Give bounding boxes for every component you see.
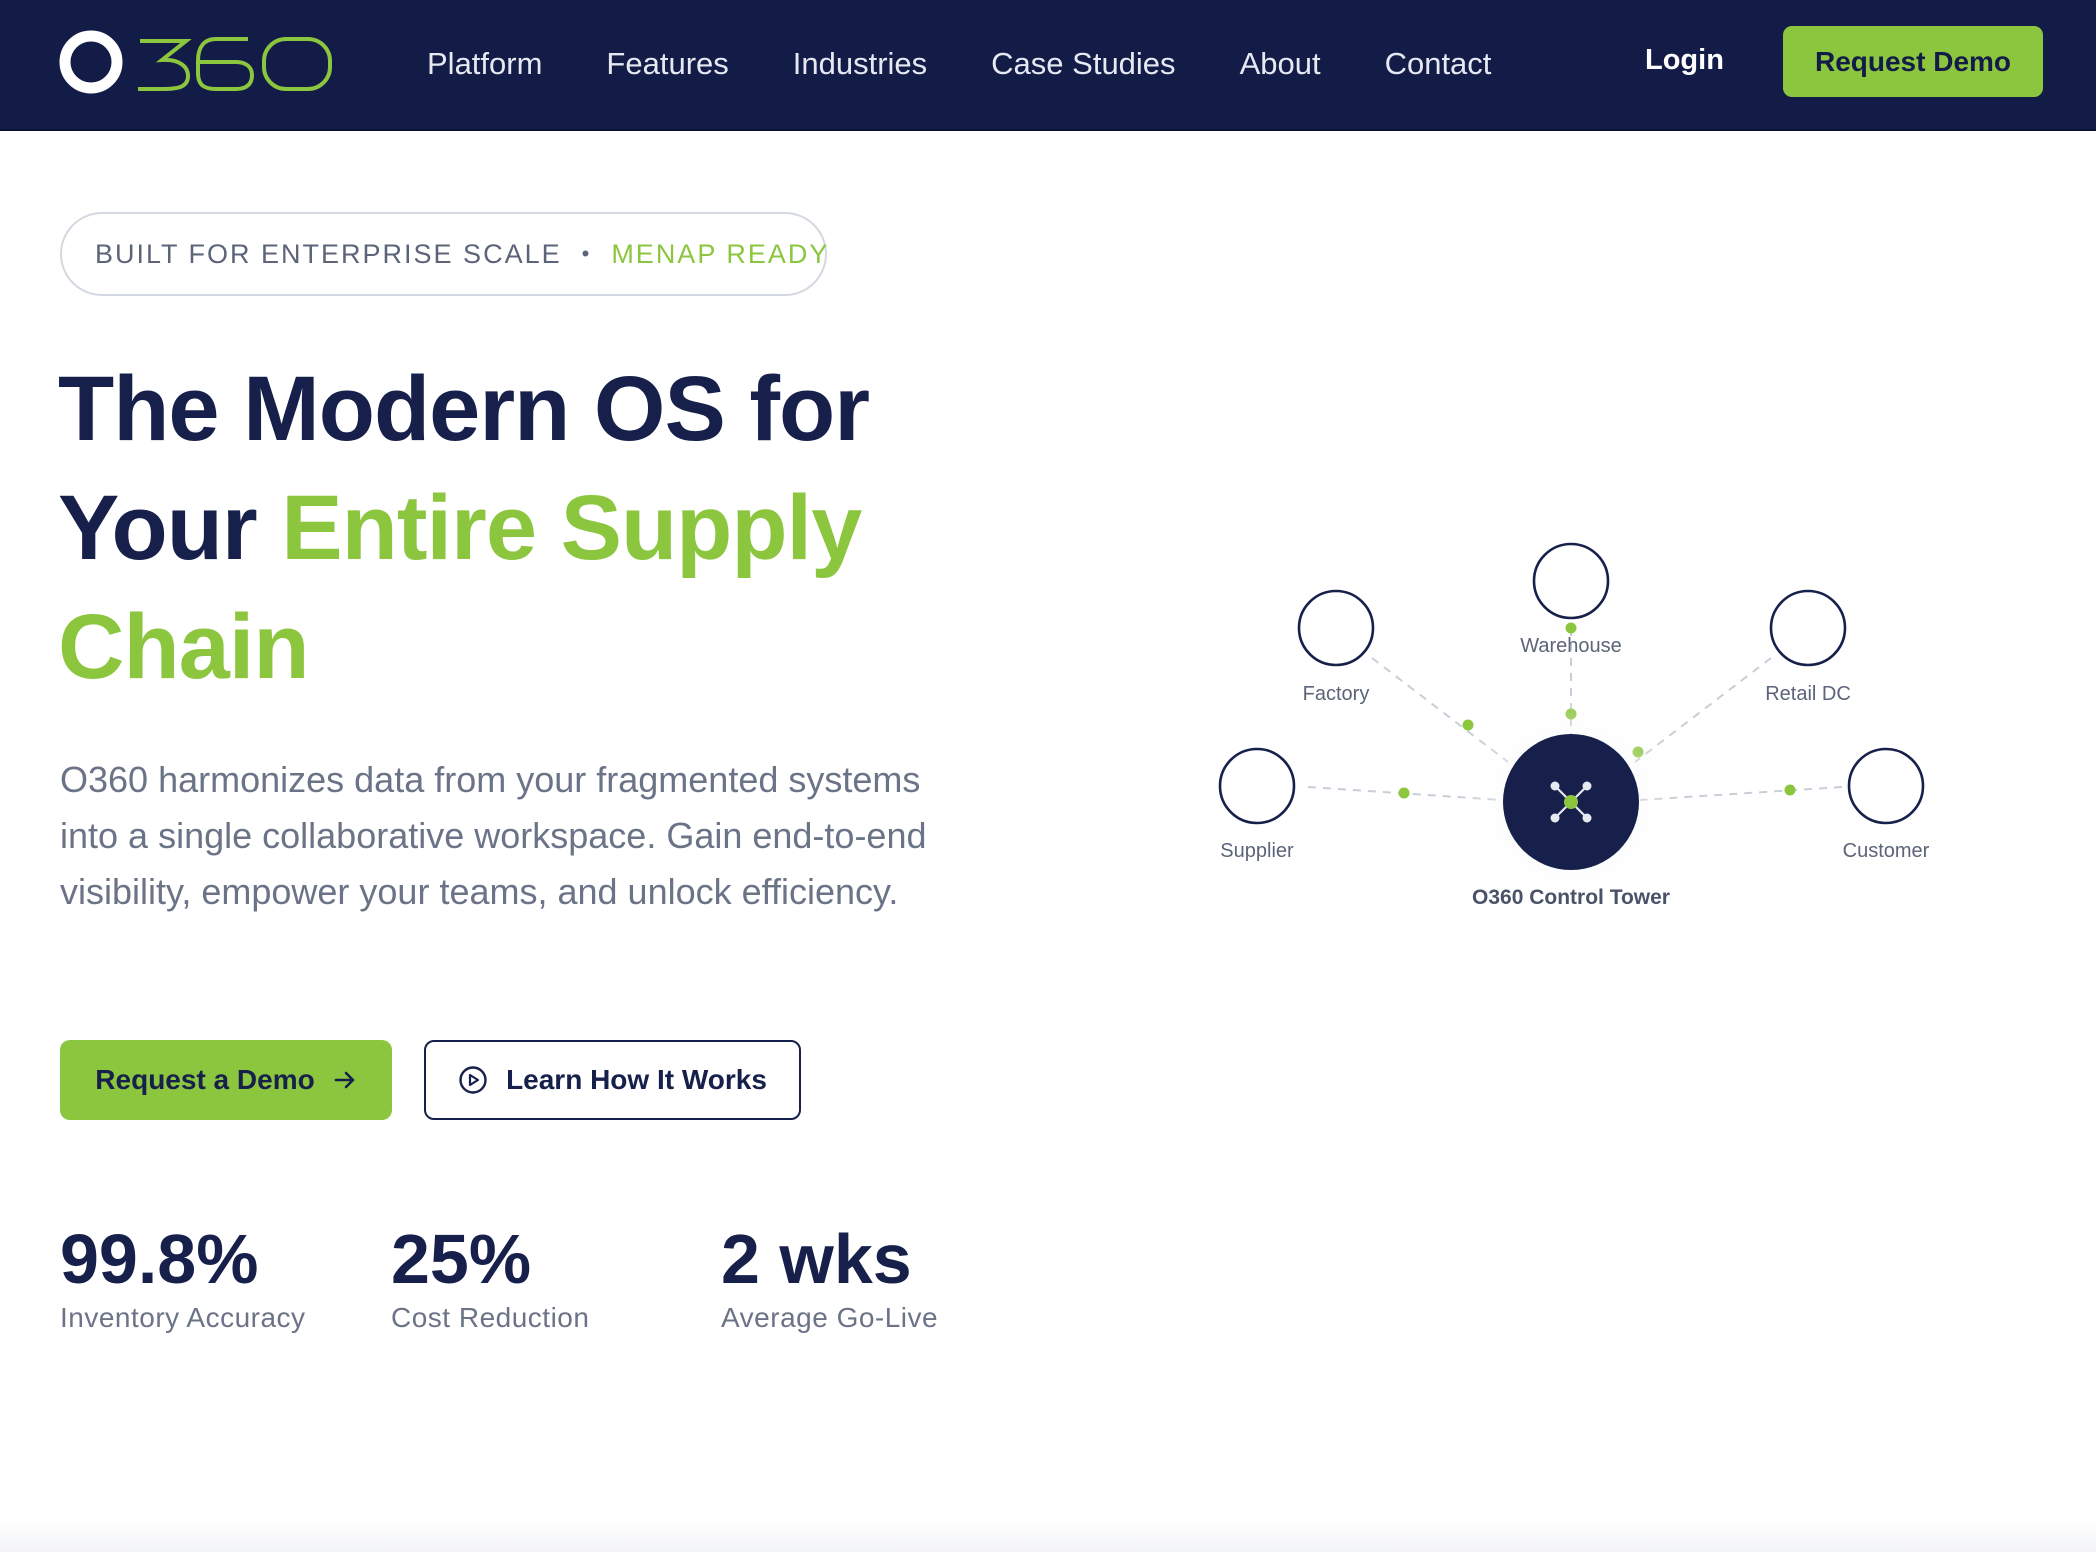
stat-label: Average Go-Live [721,1302,939,1333]
node-retail-dc[interactable]: Retail DC [1765,589,1851,705]
node-supplier[interactable]: Supplier [1218,747,1296,862]
stat-label: Inventory Accuracy [60,1302,306,1333]
nav-item-features[interactable]: Features [606,46,728,82]
flow-dot [1398,787,1410,799]
headline-line-3-accent: Chain [58,596,310,698]
node-warehouse-label: Warehouse [1520,635,1622,657]
nav-item-case-studies[interactable]: Case Studies [991,46,1175,82]
nav-item-industries[interactable]: Industries [793,46,927,82]
node-customer-label: Customer [1843,840,1930,862]
headline-line-1: The Modern OS for [58,358,870,460]
learn-how-it-works-button[interactable]: Learn How It Works [424,1040,801,1120]
stat-inventory-accuracy: 99.8% Inventory Accuracy [60,1218,306,1334]
flow-dot [1462,719,1474,731]
login-link[interactable]: Login [1645,44,1724,77]
stat-value: 99.8% [60,1220,259,1298]
badge-separator: • [581,241,592,266]
stat-label: Cost Reduction [391,1302,590,1333]
play-circle-icon [458,1065,488,1095]
node-control-tower[interactable]: O360 Control Tower [1461,692,1681,912]
headline-line-2-accent: Entire Supply [281,477,862,579]
node-warehouse[interactable]: Warehouse [1520,542,1622,657]
badge-enterprise-text: BUILT FOR ENTERPRISE SCALE [95,238,562,269]
hero-headline: The Modern OS for Your Entire Supply Cha… [58,350,978,707]
stat-value: 25% [391,1220,532,1298]
hero-subtext: O360 harmonizes data from your fragmente… [60,759,927,912]
node-factory[interactable]: Factory [1297,589,1375,705]
stat-value: 2 wks [721,1220,912,1298]
flow-dot [1565,622,1577,634]
learn-how-it-works-label: Learn How It Works [506,1064,767,1095]
node-factory-label: Factory [1303,683,1370,705]
primary-nav: Platform Features Industries Case Studie… [427,0,1555,127]
badge-menap-text: MENAP READY [611,238,830,269]
control-tower-label: O360 Control Tower [1472,886,1670,909]
section-divider-fade [0,1520,2096,1552]
nav-item-platform[interactable]: Platform [427,46,542,82]
nav-item-contact[interactable]: Contact [1385,46,1492,82]
node-retail-label: Retail DC [1765,683,1851,705]
node-customer[interactable]: Customer [1843,747,1930,862]
o360-logo[interactable] [58,27,348,97]
stat-cost-reduction: 25% Cost Reduction [391,1218,589,1334]
request-demo-button[interactable]: Request Demo [1783,26,2043,97]
stat-average-go-live: 2 wks Average Go-Live [721,1218,938,1334]
request-a-demo-button[interactable]: Request a Demo [60,1040,392,1120]
arrow-right-icon [333,1068,357,1092]
nav-item-about[interactable]: About [1240,46,1321,82]
request-a-demo-label: Request a Demo [95,1064,315,1095]
headline-line-2-plain: Your [58,477,282,579]
supply-chain-diagram: Factory Warehouse Retail DC Supplier Cus… [1218,542,1930,912]
node-supplier-label: Supplier [1220,840,1294,862]
top-navigation-bar: Platform Features Industries Case Studie… [0,0,2096,131]
hero-badge: BUILT FOR ENTERPRISE SCALE • MENAP READY [60,212,827,296]
flow-dot [1784,784,1796,796]
